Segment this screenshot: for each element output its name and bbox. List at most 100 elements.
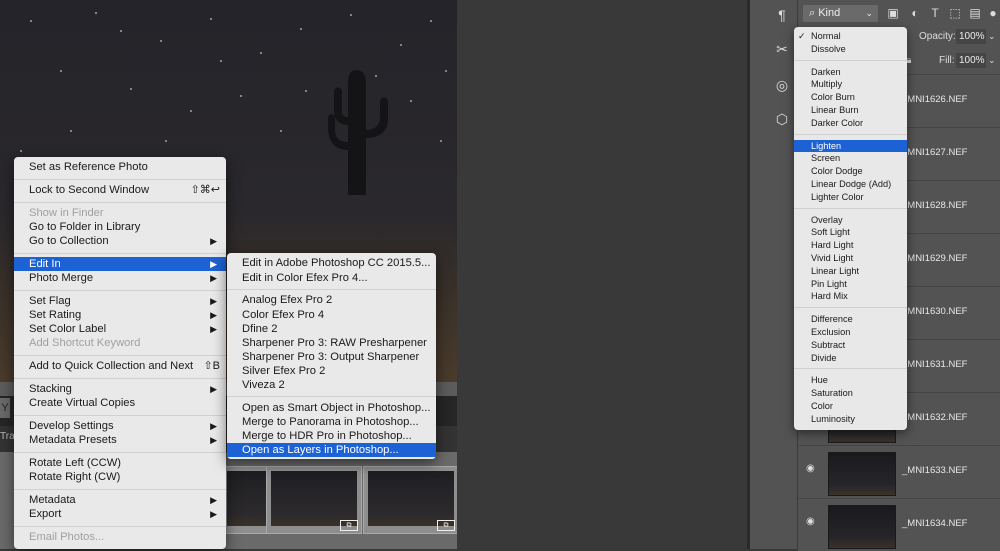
blend-mode-dissolve[interactable]: Dissolve bbox=[794, 43, 907, 55]
menu-item-rotate-right[interactable]: Rotate Right (CW) bbox=[14, 470, 226, 484]
blend-mode-normal[interactable]: ✓ Normal bbox=[794, 30, 907, 42]
layer-name[interactable]: _MNI1632.NEF bbox=[902, 412, 967, 423]
menu-item-label: Viveza 2 bbox=[242, 379, 285, 391]
menu-item-set-color-label[interactable]: Set Color Label ▶ bbox=[14, 322, 226, 336]
blend-mode-vivid-light[interactable]: Vivid Light bbox=[794, 252, 907, 264]
menu-item-lock-second-window[interactable]: Lock to Second Window ⇧⌘↩ bbox=[14, 183, 226, 197]
blend-mode-hue[interactable]: Hue bbox=[794, 374, 907, 386]
blend-mode-lighter-color[interactable]: Lighter Color bbox=[794, 191, 907, 203]
eye-visibility-icon[interactable]: ◉ bbox=[806, 464, 820, 474]
menu-item-rotate-left[interactable]: Rotate Left (CCW) bbox=[14, 456, 226, 470]
layer-name[interactable]: _MNI1629.NEF bbox=[902, 253, 967, 264]
submenu-item[interactable]: Edit in Adobe Photoshop CC 2015.5... bbox=[227, 256, 436, 270]
menu-item-develop-settings[interactable]: Develop Settings ▶ bbox=[14, 419, 226, 433]
menu-item-export[interactable]: Export ▶ bbox=[14, 507, 226, 521]
submenu-item[interactable]: Edit in Color Efex Pro 4... bbox=[227, 271, 436, 285]
layer-name[interactable]: _MNI1628.NEF bbox=[902, 200, 967, 211]
submenu-item[interactable]: Merge to Panorama in Photoshop... bbox=[227, 415, 436, 429]
layer-name[interactable]: _MNI1630.NEF bbox=[902, 306, 967, 317]
blend-mode-hard-mix[interactable]: Hard Mix bbox=[794, 290, 907, 302]
blend-mode-difference[interactable]: Difference bbox=[794, 313, 907, 325]
menu-item-label: Set as Reference Photo bbox=[29, 161, 148, 173]
paragraph-icon[interactable]: ¶ bbox=[773, 6, 791, 24]
submenu-item-open-as-layers[interactable]: Open as Layers in Photoshop... bbox=[227, 443, 436, 457]
menu-item-set-reference-photo[interactable]: Set as Reference Photo bbox=[14, 160, 226, 174]
menu-item-label: Set Flag bbox=[29, 295, 71, 307]
layer-name[interactable]: _MNI1627.NEF bbox=[902, 147, 967, 158]
filter-adjustment-icon[interactable]: ◐ bbox=[908, 6, 922, 20]
eye-visibility-icon[interactable]: ◉ bbox=[806, 517, 820, 527]
fill-field[interactable]: 100% bbox=[956, 53, 986, 68]
filmstrip-thumbnail[interactable]: ⧉ bbox=[363, 466, 457, 534]
menu-item-add-quick-collection[interactable]: Add to Quick Collection and Next ⇧B bbox=[14, 359, 226, 373]
blend-mode-label: Color Dodge bbox=[811, 166, 863, 177]
layer-name[interactable]: _MNI1634.NEF bbox=[902, 518, 967, 529]
creative-cloud-icon[interactable]: ◎ bbox=[773, 76, 791, 94]
filter-pixel-icon[interactable]: ▣ bbox=[886, 6, 900, 20]
blend-mode-label: Darker Color bbox=[811, 117, 864, 128]
filter-shape-icon[interactable]: ⬚ bbox=[948, 6, 962, 20]
submenu-item[interactable]: Color Efex Pro 4 bbox=[227, 308, 436, 322]
layer-name[interactable]: _MNI1633.NEF bbox=[902, 465, 967, 476]
layer-row[interactable]: ◉ _MNI1633.NEF bbox=[798, 445, 1000, 498]
blend-mode-darker-color[interactable]: Darker Color bbox=[794, 117, 907, 129]
blend-mode-linear-burn[interactable]: Linear Burn bbox=[794, 104, 907, 116]
submenu-item[interactable]: Open as Smart Object in Photoshop... bbox=[227, 401, 436, 415]
layer-name[interactable]: _MNI1631.NEF bbox=[902, 359, 967, 370]
submenu-item[interactable]: Merge to HDR Pro in Photoshop... bbox=[227, 429, 436, 443]
opacity-field[interactable]: 100% bbox=[956, 29, 986, 44]
menu-item-set-flag[interactable]: Set Flag ▶ bbox=[14, 294, 226, 308]
menu-item-label: Show in Finder bbox=[29, 207, 104, 219]
blend-mode-color-burn[interactable]: Color Burn bbox=[794, 91, 907, 103]
tools-icon[interactable]: ✂ bbox=[773, 40, 791, 58]
blend-mode-multiply[interactable]: Multiply bbox=[794, 78, 907, 90]
blend-mode-lighten[interactable]: Lighten bbox=[794, 139, 907, 152]
blend-mode-luminosity[interactable]: Luminosity bbox=[794, 413, 907, 425]
blend-mode-linear-dodge-add[interactable]: Linear Dodge (Add) bbox=[794, 178, 907, 190]
menu-item-metadata-presets[interactable]: Metadata Presets ▶ bbox=[14, 433, 226, 447]
star bbox=[165, 140, 167, 142]
filter-button[interactable]: Y bbox=[0, 398, 10, 418]
blend-mode-color-dodge[interactable]: Color Dodge bbox=[794, 165, 907, 177]
blend-mode-color[interactable]: Color bbox=[794, 400, 907, 412]
fill-dropdown-icon[interactable]: ⌄ bbox=[988, 55, 996, 66]
submenu-item[interactable]: Dfine 2 bbox=[227, 322, 436, 336]
menu-item-photo-merge[interactable]: Photo Merge ▶ bbox=[14, 271, 226, 285]
menu-item-label: Rotate Left (CCW) bbox=[29, 457, 122, 469]
submenu-arrow-icon: ▶ bbox=[210, 509, 217, 519]
submenu-item[interactable]: Analog Efex Pro 2 bbox=[227, 293, 436, 307]
filter-type-icon[interactable]: T bbox=[928, 6, 942, 20]
blend-mode-linear-light[interactable]: Linear Light bbox=[794, 265, 907, 277]
filmstrip-thumbnail[interactable]: ⧉ bbox=[266, 466, 362, 534]
menu-item-stacking[interactable]: Stacking ▶ bbox=[14, 382, 226, 396]
filter-smart-object-icon[interactable]: ▤ bbox=[968, 6, 982, 20]
opacity-dropdown-icon[interactable]: ⌄ bbox=[988, 31, 996, 42]
blend-mode-saturation[interactable]: Saturation bbox=[794, 387, 907, 399]
blend-mode-overlay[interactable]: Overlay bbox=[794, 214, 907, 226]
menu-item-edit-in[interactable]: Edit In ▶ bbox=[14, 257, 226, 271]
blend-mode-hard-light[interactable]: Hard Light bbox=[794, 239, 907, 251]
submenu-item[interactable]: Sharpener Pro 3: RAW Presharpener bbox=[227, 336, 436, 350]
blend-mode-pin-light[interactable]: Pin Light bbox=[794, 278, 907, 290]
blend-mode-soft-light[interactable]: Soft Light bbox=[794, 226, 907, 238]
blend-mode-divide[interactable]: Divide bbox=[794, 352, 907, 364]
blend-mode-subtract[interactable]: Subtract bbox=[794, 339, 907, 351]
menu-item-go-to-folder[interactable]: Go to Folder in Library bbox=[14, 220, 226, 234]
layer-row[interactable]: ◉ _MNI1634.NEF bbox=[798, 498, 1000, 551]
blend-mode-exclusion[interactable]: Exclusion bbox=[794, 326, 907, 338]
menu-item-create-virtual-copies[interactable]: Create Virtual Copies bbox=[14, 396, 226, 410]
layer-name[interactable]: _MNI1626.NEF bbox=[902, 94, 967, 105]
layer-filter-kind-dropdown[interactable]: ⌕ Kind ⌄ bbox=[803, 5, 878, 22]
submenu-item[interactable]: Sharpener Pro 3: Output Sharpener bbox=[227, 350, 436, 364]
menu-item-set-rating[interactable]: Set Rating ▶ bbox=[14, 308, 226, 322]
menu-item-go-to-collection[interactable]: Go to Collection ▶ bbox=[14, 234, 226, 248]
3d-cube-icon[interactable]: ⬡ bbox=[773, 110, 791, 128]
submenu-item[interactable]: Viveza 2 bbox=[227, 378, 436, 392]
menu-item-metadata[interactable]: Metadata ▶ bbox=[14, 493, 226, 507]
blend-mode-label: Darken bbox=[811, 66, 841, 77]
blend-mode-screen[interactable]: Screen bbox=[794, 152, 907, 164]
blend-mode-label: Hard Mix bbox=[811, 291, 848, 302]
submenu-item[interactable]: Silver Efex Pro 2 bbox=[227, 364, 436, 378]
blend-mode-darken[interactable]: Darken bbox=[794, 66, 907, 78]
filter-toggle-icon[interactable]: ● bbox=[986, 6, 1000, 20]
